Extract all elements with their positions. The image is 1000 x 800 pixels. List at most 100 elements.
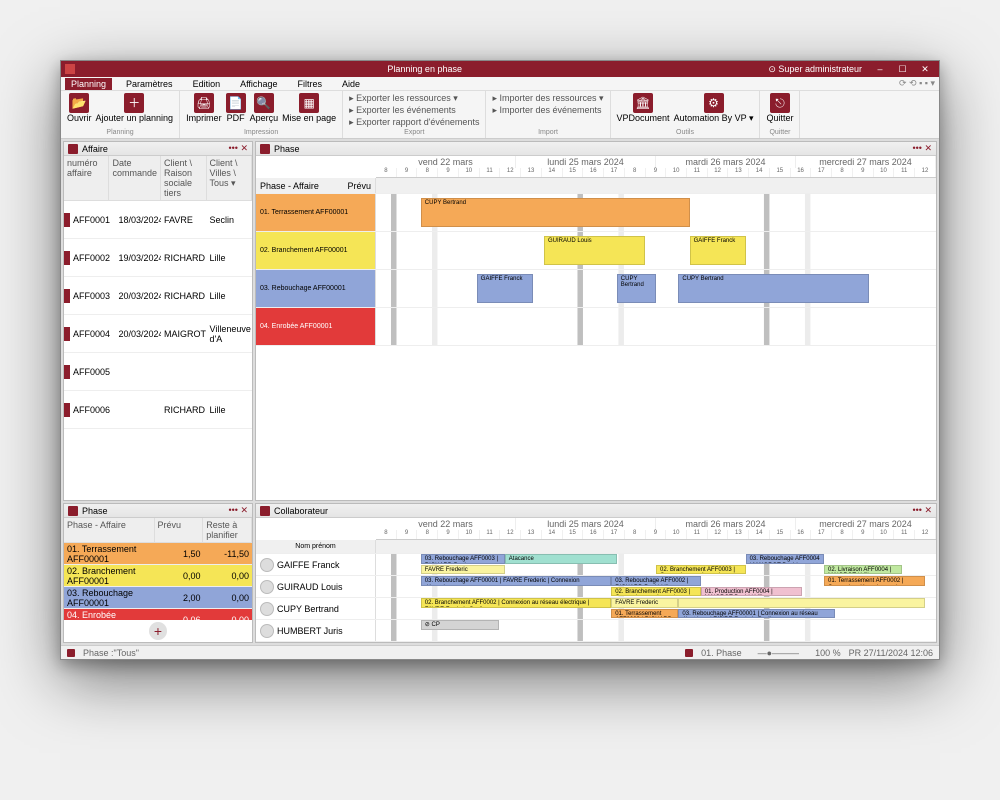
hour-header: 8 xyxy=(417,530,438,539)
panel-phase-title: Phase xyxy=(82,506,108,516)
gantt-bar[interactable]: 03. Rebouchage AFF0002 | RICHARD Paul | … xyxy=(611,576,701,586)
titlebar: Planning en phase ⊙ Super administrateur… xyxy=(61,61,939,77)
avatar xyxy=(260,602,274,616)
gantt-phase-row[interactable]: 04. Enrobée AFF00001 xyxy=(256,308,936,346)
maximize-button[interactable]: ☐ xyxy=(892,64,912,75)
hour-header: 17 xyxy=(604,168,625,177)
ribbon-item[interactable]: ▸ Exporter les événements xyxy=(349,105,479,116)
ribbon-item[interactable]: ▸ Importer des événements xyxy=(492,105,603,116)
ribbon-mise-en-page[interactable]: ▦Mise en page xyxy=(282,93,336,123)
app-icon xyxy=(65,64,75,74)
hour-header: 15 xyxy=(770,530,791,539)
gantt-bar[interactable]: 01. Production AFF0004 | MAIGROT David |… xyxy=(701,587,802,597)
gantt-phase-row[interactable]: 02. Branchement AFF00001GUIRAUD LouisGAI… xyxy=(256,232,936,270)
gantt-bar[interactable]: FAVRE Frederic xyxy=(611,598,678,608)
col-num[interactable]: numéro affaire xyxy=(64,156,109,200)
affaire-row[interactable]: AFF000320/03/2024RICHARDLille xyxy=(64,277,252,315)
ribbon-imprimer[interactable]: 🖨Imprimer xyxy=(186,93,222,123)
collab-icon xyxy=(260,506,270,516)
gantt-bar[interactable]: GAIFFE Franck xyxy=(477,274,533,304)
close-button[interactable]: ✕ xyxy=(915,64,935,75)
gantt-bar[interactable]: 02. Branchement AFF0003 | Connexion au r… xyxy=(611,587,701,597)
ribbon-automation-by-vp-▾[interactable]: ⚙Automation By VP ▾ xyxy=(674,93,754,123)
affaire-row[interactable]: AFF0006RICHARDLille xyxy=(64,391,252,429)
collab-row[interactable]: GUIRAUD Louis 03. Rebouchage AFF00001 | F… xyxy=(256,576,936,598)
hour-header: 12 xyxy=(915,168,936,177)
gantt-bar[interactable]: 01. Terrassement AFF0003 | RICHARD Paul … xyxy=(611,609,678,619)
hour-header: 12 xyxy=(708,530,729,539)
collab-row[interactable]: GAIFFE Franck03. Rebouchage AFF0003 | RI… xyxy=(256,554,936,576)
gantt-bar[interactable]: 03. Rebouchage AFF00001 | FAVRE Frederic… xyxy=(421,576,611,586)
user-badge[interactable]: ⊙ Super administrateur xyxy=(768,64,862,75)
gantt-bar[interactable]: 02. Livraison AFF0004 | MAIGROT | Villen… xyxy=(824,565,902,575)
ribbon-vpdocument[interactable]: 🏛VPDocument xyxy=(617,93,670,123)
panel-actions[interactable]: ••• ✕ xyxy=(229,143,249,154)
phase-row[interactable]: 03. Rebouchage AFF000012,000,00 xyxy=(64,587,252,609)
gantt-phase-row[interactable]: 03. Rebouchage AFF00001GAIFFE FranckCUPY… xyxy=(256,270,936,308)
ribbon-quitter[interactable]: ⎋Quitter xyxy=(766,93,793,123)
col-ville[interactable]: Client \ Villes \ Tous ▾ xyxy=(207,156,252,200)
phase-row[interactable]: 04. Enrobée AFF000010,060,00 xyxy=(64,609,252,620)
affaire-row[interactable]: AFF0005 xyxy=(64,353,252,391)
phase-rows: 01. Terrassement AFF000011,50-11,5002. B… xyxy=(64,543,252,620)
hour-header: 15 xyxy=(563,168,584,177)
hour-header: 11 xyxy=(480,530,501,539)
gantt-bar[interactable]: 03. Rebouchage AFF00001 | Connexion au r… xyxy=(678,609,835,619)
ribbon-ouvrir[interactable]: 📂Ouvrir xyxy=(67,93,92,123)
col-phase[interactable]: Phase - Affaire xyxy=(64,518,155,542)
gantt-bar[interactable]: Atacance xyxy=(505,554,617,564)
ribbon-ajouter-un-planning[interactable]: ＋Ajouter un planning xyxy=(96,93,174,123)
gantt-bar[interactable]: CUPY Bertrand xyxy=(421,198,690,228)
phase-row[interactable]: 01. Terrassement AFF000011,50-11,50 xyxy=(64,543,252,565)
gantt-bar[interactable]: GUIRAUD Louis xyxy=(544,236,645,266)
collab-gantt-body[interactable]: Nom prénomGAIFFE Franck03. Rebouchage AF… xyxy=(256,540,936,642)
add-phase-button[interactable]: + xyxy=(149,622,167,640)
gantt-bar[interactable]: 02. Branchement AFF0003 | Connexion au r… xyxy=(656,565,746,575)
ribbon-aperçu[interactable]: 🔍Aperçu xyxy=(250,93,279,123)
collab-label: GUIRAUD Louis xyxy=(256,576,376,597)
panel-actions[interactable]: ••• ✕ xyxy=(913,143,933,154)
menu-tab-filtres[interactable]: Filtres xyxy=(291,78,328,90)
menu-tab-aide[interactable]: Aide xyxy=(336,78,366,90)
gantt-bar[interactable]: 01. Terrassement AFF0002 | Connexion dép… xyxy=(824,576,925,586)
gantt-bar[interactable]: 03. Rebouchage AFF0003 | RICHARD Paul xyxy=(421,554,505,564)
hour-header: 9 xyxy=(646,168,667,177)
phase-gantt-body[interactable]: Phase - AffairePrévu01. Terrassement AFF… xyxy=(256,178,936,500)
gantt-bar[interactable] xyxy=(678,598,924,608)
gantt-bar[interactable]: CUPY Bertrand xyxy=(678,274,868,304)
hour-header: 16 xyxy=(583,530,604,539)
col-reste[interactable]: Reste à planifier xyxy=(203,518,252,542)
zoom-slider[interactable]: —●——— xyxy=(758,648,799,658)
menu-tab-parametres[interactable]: Paramètres xyxy=(120,78,179,90)
menu-tab-edition[interactable]: Edition xyxy=(187,78,227,90)
gantt-bar[interactable]: 03. Rebouchage AFF0004 | MAIGROT David xyxy=(746,554,824,564)
gantt-bar[interactable]: GAIFFE Franck xyxy=(690,236,746,266)
affaire-row[interactable]: AFF000118/03/2024FAVRESeclin xyxy=(64,201,252,239)
panel-actions[interactable]: ••• ✕ xyxy=(229,505,249,516)
gantt-bar[interactable]: ⊘ CP xyxy=(421,620,499,630)
menu-tab-affichage[interactable]: Affichage xyxy=(234,78,283,90)
collab-row[interactable]: CUPY Bertrand02. Branchement AFF0002 | C… xyxy=(256,598,936,620)
col-client[interactable]: Client \ Raison sociale tiers xyxy=(161,156,206,200)
gantt-phase-row[interactable]: 01. Terrassement AFF00001CUPY Bertrand xyxy=(256,194,936,232)
menubar: Planning Paramètres Edition Affichage Fi… xyxy=(61,77,939,91)
menu-tab-planning[interactable]: Planning xyxy=(65,78,112,90)
gantt-bar[interactable]: 02. Branchement AFF0002 | Connexion au r… xyxy=(421,598,611,608)
phase-row[interactable]: 02. Branchement AFF000010,000,00 xyxy=(64,565,252,587)
ribbon-item[interactable]: ▸ Exporter les ressources ▾ xyxy=(349,93,479,104)
hour-header: 14 xyxy=(749,530,770,539)
col-date[interactable]: Date commande xyxy=(109,156,161,200)
affaire-row[interactable]: AFF000420/03/2024MAIGROTVilleneuve d'A xyxy=(64,315,252,353)
minimize-button[interactable]: – xyxy=(870,64,890,74)
col-prevu[interactable]: Prévu xyxy=(155,518,204,542)
hour-header: 11 xyxy=(687,530,708,539)
panel-actions[interactable]: ••• ✕ xyxy=(913,505,933,516)
gantt-bar[interactable]: CUPY Bertrand xyxy=(617,274,656,304)
gantt-bar[interactable]: FAVRE Frederic xyxy=(421,565,505,575)
ribbon-item[interactable]: ▸ Exporter rapport d'événements xyxy=(349,117,479,128)
toolbar-extras[interactable]: ⟳ ⟲ ▪ ▪ ▾ xyxy=(899,78,935,89)
collab-row[interactable]: HUMBERT Juris⊘ CP xyxy=(256,620,936,642)
affaire-row[interactable]: AFF000219/03/2024RICHARDLille xyxy=(64,239,252,277)
ribbon-pdf[interactable]: 📄PDF xyxy=(226,93,246,123)
ribbon-item[interactable]: ▸ Importer des ressources ▾ xyxy=(492,93,603,104)
